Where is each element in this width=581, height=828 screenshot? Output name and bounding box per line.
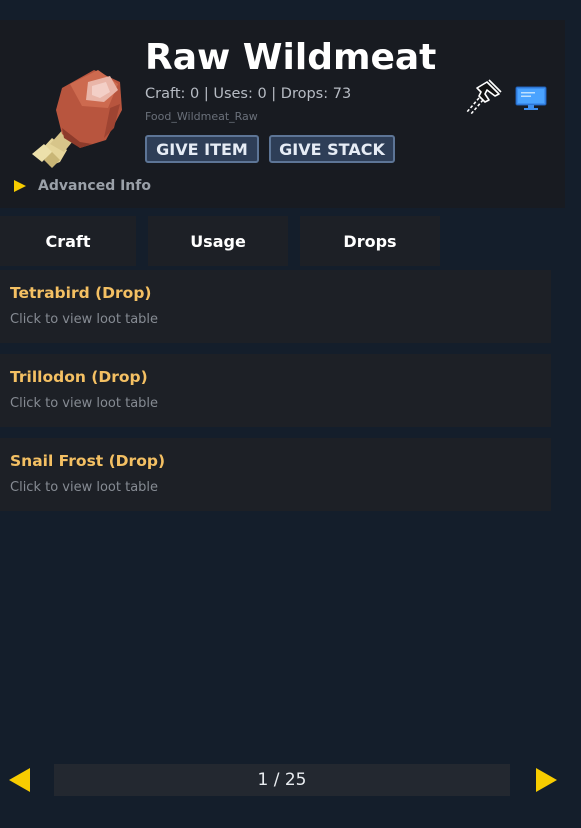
drop-source-name: Snail Frost (Drop) — [10, 452, 166, 470]
list-item[interactable]: Tetrabird (Drop) Click to view loot tabl… — [0, 270, 551, 343]
drop-hint: Click to view loot table — [10, 312, 159, 327]
item-internal-id: Food_Wildmeat_Raw — [145, 110, 258, 123]
arrow-right-icon[interactable] — [534, 767, 558, 793]
page-indicator: 1 / 25 — [54, 764, 510, 796]
item-title: Raw Wildmeat — [145, 37, 437, 78]
tab-drops[interactable]: Drops — [300, 216, 440, 266]
item-header-panel: Raw Wildmeat Craft: 0 | Uses: 0 | Drops:… — [0, 20, 565, 208]
list-item[interactable]: Snail Frost (Drop) Click to view loot ta… — [0, 438, 551, 511]
tab-craft[interactable]: Craft — [0, 216, 136, 266]
give-item-button[interactable]: GIVE ITEM — [145, 135, 259, 163]
advanced-info-label: Advanced Info — [38, 178, 151, 194]
advanced-info-toggle[interactable]: Advanced Info — [12, 178, 151, 194]
drop-source-name: Tetrabird (Drop) — [10, 284, 152, 302]
page-indicator-text: 1 / 25 — [257, 770, 307, 790]
arrow-left-icon[interactable] — [8, 767, 32, 793]
tab-usage[interactable]: Usage — [148, 216, 288, 266]
item-detail-view: Raw Wildmeat Craft: 0 | Uses: 0 | Drops:… — [0, 0, 581, 828]
triangle-right-icon — [14, 180, 26, 192]
pin-icon[interactable] — [463, 76, 505, 118]
drop-source-name: Trillodon (Drop) — [10, 368, 148, 386]
monitor-icon[interactable] — [515, 86, 547, 112]
drop-hint: Click to view loot table — [10, 396, 159, 411]
list-item[interactable]: Trillodon (Drop) Click to view loot tabl… — [0, 354, 551, 427]
raw-wildmeat-item-icon — [32, 70, 122, 168]
give-stack-button[interactable]: GIVE STACK — [269, 135, 395, 163]
drop-hint: Click to view loot table — [10, 480, 159, 495]
item-stats: Craft: 0 | Uses: 0 | Drops: 73 — [145, 86, 352, 102]
